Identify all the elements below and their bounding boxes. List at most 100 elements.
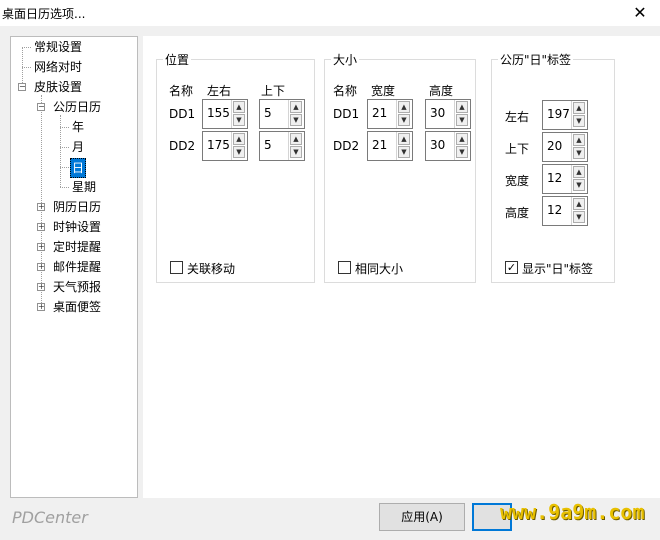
dd2-left-right-spinner[interactable]: 175 ▲ ▼ — [202, 131, 248, 161]
column-header-up-down: 上下 — [261, 84, 286, 98]
spin-down-icon[interactable]: ▼ — [456, 114, 468, 126]
tree-item-clock[interactable]: 时钟设置 — [53, 218, 101, 236]
day-label-group-title: 公历"日"标签 — [498, 51, 574, 68]
spinner-value[interactable]: 5 — [264, 106, 272, 120]
spin-down-icon[interactable]: ▼ — [573, 179, 585, 191]
column-header-name: 名称 — [169, 84, 194, 98]
same-size-label[interactable]: 相同大小 — [355, 260, 403, 277]
settings-panel: 位置 名称 左右 上下 DD1 155 ▲ ▼ 5 ▲ ▼ DD2 175 ▲ ▼ 5… — [143, 36, 660, 498]
dd1-left-right-spinner[interactable]: 155 ▲ ▼ — [202, 99, 248, 129]
tree-item-timer-reminder[interactable]: 定时提醒 — [53, 238, 101, 256]
spinner-value[interactable]: 21 — [372, 138, 387, 152]
apply-button[interactable]: 应用(A) — [379, 503, 465, 531]
spin-up-icon[interactable]: ▲ — [573, 166, 585, 178]
brand-logo: PDCenter — [12, 508, 88, 527]
spin-up-icon[interactable]: ▲ — [573, 102, 585, 114]
spin-up-icon[interactable]: ▲ — [456, 133, 468, 145]
tree-item-weekday[interactable]: 星期 — [72, 178, 96, 196]
link-move-label[interactable]: 关联移动 — [187, 260, 235, 277]
tree-item-solar-calendar[interactable]: 公历日历 — [53, 98, 101, 116]
field-label-up-down: 上下 — [505, 142, 530, 156]
tree-connector — [22, 47, 31, 48]
collapse-toggle-icon[interactable]: − — [37, 103, 45, 111]
spin-up-icon[interactable]: ▲ — [398, 133, 410, 145]
day-left-right-spinner[interactable]: 197 ▲ ▼ — [542, 100, 588, 130]
day-height-spinner[interactable]: 12 ▲ ▼ — [542, 196, 588, 226]
expand-toggle-icon[interactable]: + — [37, 223, 45, 231]
expand-toggle-icon[interactable]: + — [37, 283, 45, 291]
spinner-value[interactable]: 175 — [207, 138, 230, 152]
spinner-value[interactable]: 12 — [547, 203, 562, 217]
tree-item-year[interactable]: 年 — [72, 118, 84, 136]
expand-toggle-icon[interactable]: + — [37, 263, 45, 271]
spinner-value[interactable]: 20 — [547, 139, 562, 153]
collapse-toggle-icon[interactable]: − — [18, 83, 26, 91]
field-label-height: 高度 — [505, 206, 530, 220]
spin-up-icon[interactable]: ▲ — [290, 133, 302, 145]
tree-connector — [60, 187, 69, 188]
spin-down-icon[interactable]: ▼ — [398, 114, 410, 126]
position-group: 位置 名称 左右 上下 DD1 155 ▲ ▼ 5 ▲ ▼ DD2 175 ▲ ▼ 5… — [156, 51, 315, 283]
size-group: 大小 名称 宽度 高度 DD1 21 ▲ ▼ 30 ▲ ▼ DD2 21 ▲ ▼ 30… — [324, 51, 476, 283]
spinner-buttons: ▲ ▼ — [396, 132, 412, 160]
dd1-width-spinner[interactable]: 21 ▲ ▼ — [367, 99, 413, 129]
spin-down-icon[interactable]: ▼ — [573, 147, 585, 159]
spinner-value[interactable]: 30 — [430, 138, 445, 152]
spin-down-icon[interactable]: ▼ — [398, 146, 410, 158]
spinner-buttons: ▲ ▼ — [396, 100, 412, 128]
close-icon[interactable]: ✕ — [620, 0, 660, 26]
row-label-dd1: DD1 — [169, 107, 196, 121]
spin-up-icon[interactable]: ▲ — [290, 101, 302, 113]
spinner-value[interactable]: 5 — [264, 138, 272, 152]
spinner-value[interactable]: 21 — [372, 106, 387, 120]
column-header-height: 高度 — [429, 84, 454, 98]
day-up-down-spinner[interactable]: 20 ▲ ▼ — [542, 132, 588, 162]
spinner-value[interactable]: 12 — [547, 171, 562, 185]
spin-down-icon[interactable]: ▼ — [233, 114, 245, 126]
tree-item-mail-reminder[interactable]: 邮件提醒 — [53, 258, 101, 276]
spinner-value[interactable]: 197 — [547, 107, 570, 121]
row-label-dd1: DD1 — [333, 107, 360, 121]
spinner-buttons: ▲ ▼ — [231, 132, 247, 160]
spin-up-icon[interactable]: ▲ — [398, 101, 410, 113]
dd2-up-down-spinner[interactable]: 5 ▲ ▼ — [259, 131, 305, 161]
spin-down-icon[interactable]: ▼ — [290, 114, 302, 126]
link-move-checkbox[interactable] — [170, 261, 183, 274]
tree-item-skin[interactable]: 皮肤设置 — [34, 78, 82, 96]
spinner-value[interactable]: 30 — [430, 106, 445, 120]
spinner-buttons: ▲ ▼ — [571, 101, 587, 129]
tree-item-weather[interactable]: 天气预报 — [53, 278, 101, 296]
spin-up-icon[interactable]: ▲ — [456, 101, 468, 113]
expand-toggle-icon[interactable]: + — [37, 243, 45, 251]
tree-item-network-time[interactable]: 网络对时 — [34, 58, 82, 76]
dd1-up-down-spinner[interactable]: 5 ▲ ▼ — [259, 99, 305, 129]
show-day-label-label[interactable]: 显示"日"标签 — [522, 260, 593, 277]
tree-item-day[interactable]: 日 — [70, 158, 87, 178]
tree-item-month[interactable]: 月 — [72, 138, 84, 156]
dd2-height-spinner[interactable]: 30 ▲ ▼ — [425, 131, 471, 161]
dd1-height-spinner[interactable]: 30 ▲ ▼ — [425, 99, 471, 129]
row-label-dd2: DD2 — [169, 139, 196, 153]
spin-down-icon[interactable]: ▼ — [573, 115, 585, 127]
show-day-label-checkbox[interactable]: ✓ — [505, 261, 518, 274]
spin-down-icon[interactable]: ▼ — [290, 146, 302, 158]
day-width-spinner[interactable]: 12 ▲ ▼ — [542, 164, 588, 194]
expand-toggle-icon[interactable]: + — [37, 203, 45, 211]
dd2-width-spinner[interactable]: 21 ▲ ▼ — [367, 131, 413, 161]
spin-down-icon[interactable]: ▼ — [456, 146, 468, 158]
spin-down-icon[interactable]: ▼ — [233, 146, 245, 158]
spin-up-icon[interactable]: ▲ — [233, 133, 245, 145]
row-label-dd2: DD2 — [333, 139, 360, 153]
spin-down-icon[interactable]: ▼ — [573, 211, 585, 223]
spinner-value[interactable]: 155 — [207, 106, 230, 120]
spin-up-icon[interactable]: ▲ — [573, 134, 585, 146]
spin-up-icon[interactable]: ▲ — [233, 101, 245, 113]
tree-item-lunar-calendar[interactable]: 阴历日历 — [53, 198, 101, 216]
tree-item-general[interactable]: 常规设置 — [34, 38, 82, 56]
spin-up-icon[interactable]: ▲ — [573, 198, 585, 210]
tree-item-desktop-notes[interactable]: 桌面便签 — [53, 298, 101, 316]
expand-toggle-icon[interactable]: + — [37, 303, 45, 311]
same-size-checkbox[interactable] — [338, 261, 351, 274]
tree-connector — [60, 115, 61, 187]
spinner-buttons: ▲ ▼ — [454, 132, 470, 160]
